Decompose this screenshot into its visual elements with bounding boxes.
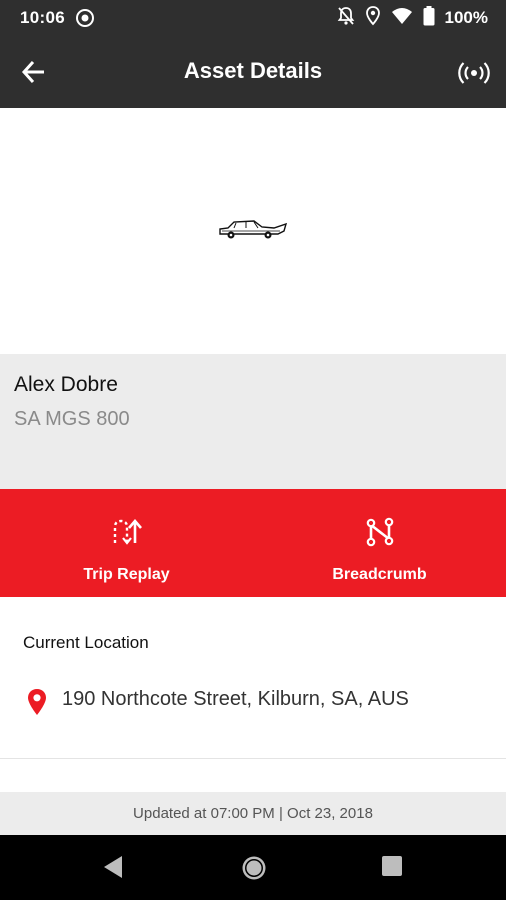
location-icon [365,5,381,31]
broadcast-icon[interactable] [458,60,490,86]
system-nav-bar [0,835,506,900]
battery-percent: 100% [444,8,488,27]
sync-icon [75,8,95,28]
updated-footer: Updated at 07:00 PM | Oct 23, 2018 [0,792,506,835]
nav-back-icon[interactable] [102,855,124,884]
updated-text: Updated at 07:00 PM | Oct 23, 2018 [133,805,373,822]
battery-icon [423,5,435,31]
location-row[interactable]: 190 Northcote Street, Kilburn, SA, AUS [0,686,506,742]
car-icon [218,217,288,246]
bell-off-icon [337,6,355,31]
app-bar: Asset Details [0,36,506,108]
trip-replay-button[interactable]: Trip Replay [0,489,253,597]
action-bar: Trip Replay Breadcrumb [0,489,506,597]
current-location-title: Current Location [23,633,149,652]
page-title: Asset Details [183,58,323,83]
nav-home-icon[interactable] [241,855,267,886]
wifi-icon [391,7,413,30]
divider [0,758,506,759]
current-address: 190 Northcote Street, Kilburn, SA, AUS [62,688,409,710]
breadcrumb-button[interactable]: Breadcrumb [253,489,506,597]
nav-recents-icon[interactable] [381,855,403,882]
asset-name: Alex Dobre [14,373,118,396]
trip-replay-label: Trip Replay [83,566,170,583]
trip-replay-icon [111,489,143,552]
asset-info-panel: Alex Dobre SA MGS 800 [0,354,506,489]
map-pin-icon [26,688,48,721]
asset-plate: SA MGS 800 [14,408,130,430]
status-time: 10:06 [20,8,65,27]
asset-image-area [0,108,506,354]
status-icons: 100% [337,5,488,31]
status-bar: 10:06 100% [0,0,506,36]
breadcrumb-icon [365,489,395,552]
breadcrumb-label: Breadcrumb [332,566,427,583]
